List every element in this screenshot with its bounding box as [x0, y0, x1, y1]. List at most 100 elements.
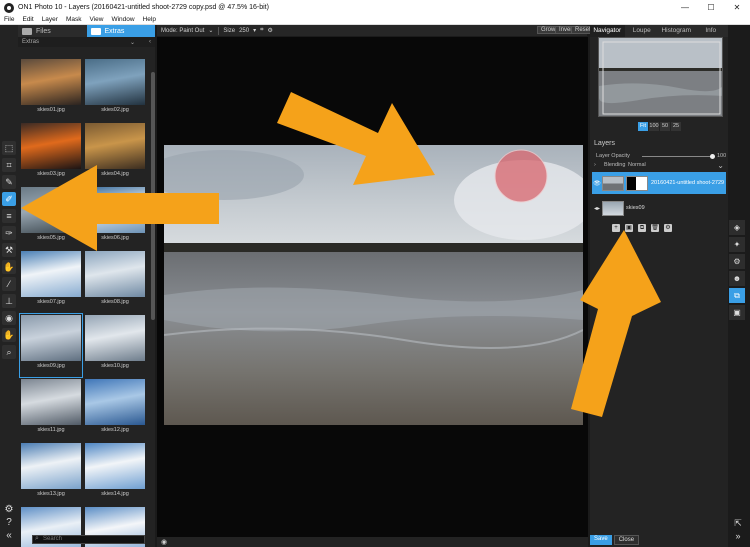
layer-tools: + ▣ ⧉ 🗑 ⚙: [612, 224, 672, 232]
thumbnail-image: [21, 123, 81, 169]
zoom-50[interactable]: 50: [660, 122, 670, 131]
thumbnail-item[interactable]: skies14.jpg: [84, 442, 146, 505]
brush-options-icon[interactable]: ⌗: [260, 27, 263, 34]
layer-name: 20160421-untitled shoot-2729: [651, 180, 725, 186]
tab-files[interactable]: Files: [18, 25, 87, 37]
gear-icon[interactable]: ⚙: [267, 27, 272, 34]
thumbnail-caption: skies11.jpg: [37, 427, 65, 433]
zoom-fit[interactable]: Fit: [638, 122, 648, 131]
layer-item[interactable]: 👁 20160421-untitled shoot-2729: [592, 172, 726, 194]
close-window-button[interactable]: ✕: [724, 0, 750, 15]
line-mask-icon[interactable]: ≡: [2, 209, 16, 223]
menu-help[interactable]: Help: [139, 16, 160, 23]
minimize-button[interactable]: —: [672, 0, 698, 15]
navigator-tabs: Navigator Loupe Histogram Info: [590, 25, 728, 37]
zoom-tool-icon[interactable]: ⌕: [2, 345, 16, 359]
zoom-25[interactable]: 25: [671, 122, 681, 131]
menu-view[interactable]: View: [85, 16, 107, 23]
thumbnail-item[interactable]: skies11.jpg: [20, 378, 82, 441]
eye-icon[interactable]: 👁: [592, 180, 602, 187]
save-button[interactable]: Save: [590, 535, 612, 545]
opacity-value[interactable]: 100: [717, 153, 726, 159]
help-icon[interactable]: ?: [2, 516, 16, 529]
chisel-icon[interactable]: ⚒: [2, 243, 16, 257]
expand-icon[interactable]: »: [731, 530, 745, 543]
thumbnail-item[interactable]: skies05.jpg: [20, 186, 82, 249]
chevron-down-icon[interactable]: ▾: [253, 27, 256, 34]
masking-brush-icon[interactable]: ✐: [2, 192, 16, 206]
zoom-100[interactable]: 100: [649, 122, 659, 131]
thumbnail-item[interactable]: skies01.jpg: [20, 58, 82, 121]
thumbnail-item[interactable]: skies03.jpg: [20, 122, 82, 185]
menu-file[interactable]: File: [0, 16, 18, 23]
layers-module-icon[interactable]: ⧉: [729, 288, 745, 303]
main-photo[interactable]: [164, 145, 583, 425]
preview-toggle-icon[interactable]: ◉: [161, 538, 167, 546]
layer-item[interactable]: ◂▸ skies09: [592, 197, 726, 219]
eyedropper-icon[interactable]: ⁄: [2, 277, 16, 291]
size-value[interactable]: 250: [239, 28, 249, 34]
thumbnail-item[interactable]: skies04.jpg: [84, 122, 146, 185]
menu-layer[interactable]: Layer: [38, 16, 62, 23]
thumbnail-image: [21, 59, 81, 105]
tab-navigator[interactable]: Navigator: [590, 25, 625, 37]
mode-select[interactable]: Mode: Paint Out: [161, 28, 204, 34]
effects-module-icon[interactable]: ✦: [729, 237, 745, 252]
tab-extras[interactable]: Extras: [86, 25, 155, 37]
develop-module-icon[interactable]: ◈: [729, 220, 745, 235]
thumbnail-item[interactable]: skies08.jpg: [84, 250, 146, 313]
maximize-button[interactable]: ☐: [698, 0, 724, 15]
refine-brush-icon[interactable]: ✑: [2, 226, 16, 240]
image-canvas[interactable]: [157, 37, 588, 537]
thumbnail-item[interactable]: skies07.jpg: [20, 250, 82, 313]
close-button[interactable]: Close: [613, 535, 640, 545]
merge-layer-icon[interactable]: ⧉: [638, 224, 646, 232]
thumbnail-caption: skies08.jpg: [101, 299, 129, 305]
thumbnail-item[interactable]: skies12.jpg: [84, 378, 146, 441]
mask-thumbnail[interactable]: [626, 175, 648, 191]
thumbnail-item[interactable]: skies10.jpg: [84, 314, 146, 377]
menu-edit[interactable]: Edit: [18, 16, 37, 23]
chevron-down-icon[interactable]: ⌄: [208, 27, 213, 34]
tab-loupe[interactable]: Loupe: [625, 25, 660, 37]
tab-info[interactable]: Info: [694, 25, 729, 37]
thumbnail-image: [85, 443, 145, 489]
thumbnail-item[interactable]: skies13.jpg: [20, 442, 82, 505]
opacity-slider-track[interactable]: [642, 156, 712, 157]
brush-tool-icon[interactable]: ✎: [2, 175, 16, 189]
browse-module-icon[interactable]: ⚙: [729, 254, 745, 269]
resize-module-icon[interactable]: ▣: [729, 305, 745, 320]
delete-layer-icon[interactable]: 🗑: [651, 224, 659, 232]
chevron-left-icon[interactable]: ‹: [149, 39, 151, 46]
chevron-right-icon[interactable]: ›: [594, 162, 596, 168]
opacity-slider-knob[interactable]: [710, 154, 715, 159]
chevron-down-icon[interactable]: ⌄: [130, 39, 135, 46]
hand-tool-icon[interactable]: ✋: [2, 328, 16, 342]
eye-icon[interactable]: ◂▸: [592, 205, 602, 212]
browser-scrollbar[interactable]: [151, 72, 155, 320]
thumbnail-item[interactable]: skies06.jpg: [84, 186, 146, 249]
menu-window[interactable]: Window: [107, 16, 138, 23]
gear-icon[interactable]: ⚙: [2, 503, 16, 516]
gear-icon[interactable]: ⚙: [664, 224, 672, 232]
transform-tool-icon[interactable]: ⬚: [2, 141, 16, 155]
search-input[interactable]: Search: [32, 535, 145, 544]
navigator-preview[interactable]: [598, 37, 723, 117]
menu-mask[interactable]: Mask: [62, 16, 86, 23]
portrait-module-icon[interactable]: ☻: [729, 271, 745, 286]
clone-stamp-icon[interactable]: ⊥: [2, 294, 16, 308]
collapse-icon[interactable]: «: [2, 529, 16, 542]
new-layer-icon[interactable]: +: [612, 224, 620, 232]
share-icon[interactable]: ⇱: [731, 517, 745, 530]
layer-thumbnail: [602, 175, 624, 191]
thumbnail-item[interactable]: skies09.jpg: [19, 313, 83, 378]
tab-histogram[interactable]: Histogram: [659, 25, 694, 37]
blur-brush-icon[interactable]: ✋: [2, 260, 16, 274]
chevron-down-icon[interactable]: ⌄: [717, 161, 724, 170]
copy-layer-icon[interactable]: ▣: [625, 224, 633, 232]
view-eye-icon[interactable]: ◉: [2, 311, 16, 325]
blending-value[interactable]: Normal: [628, 162, 646, 168]
thumbnail-item[interactable]: skies02.jpg: [84, 58, 146, 121]
crop-tool-icon[interactable]: ⌗: [2, 158, 16, 172]
thumbnail-caption: skies05.jpg: [37, 235, 65, 241]
